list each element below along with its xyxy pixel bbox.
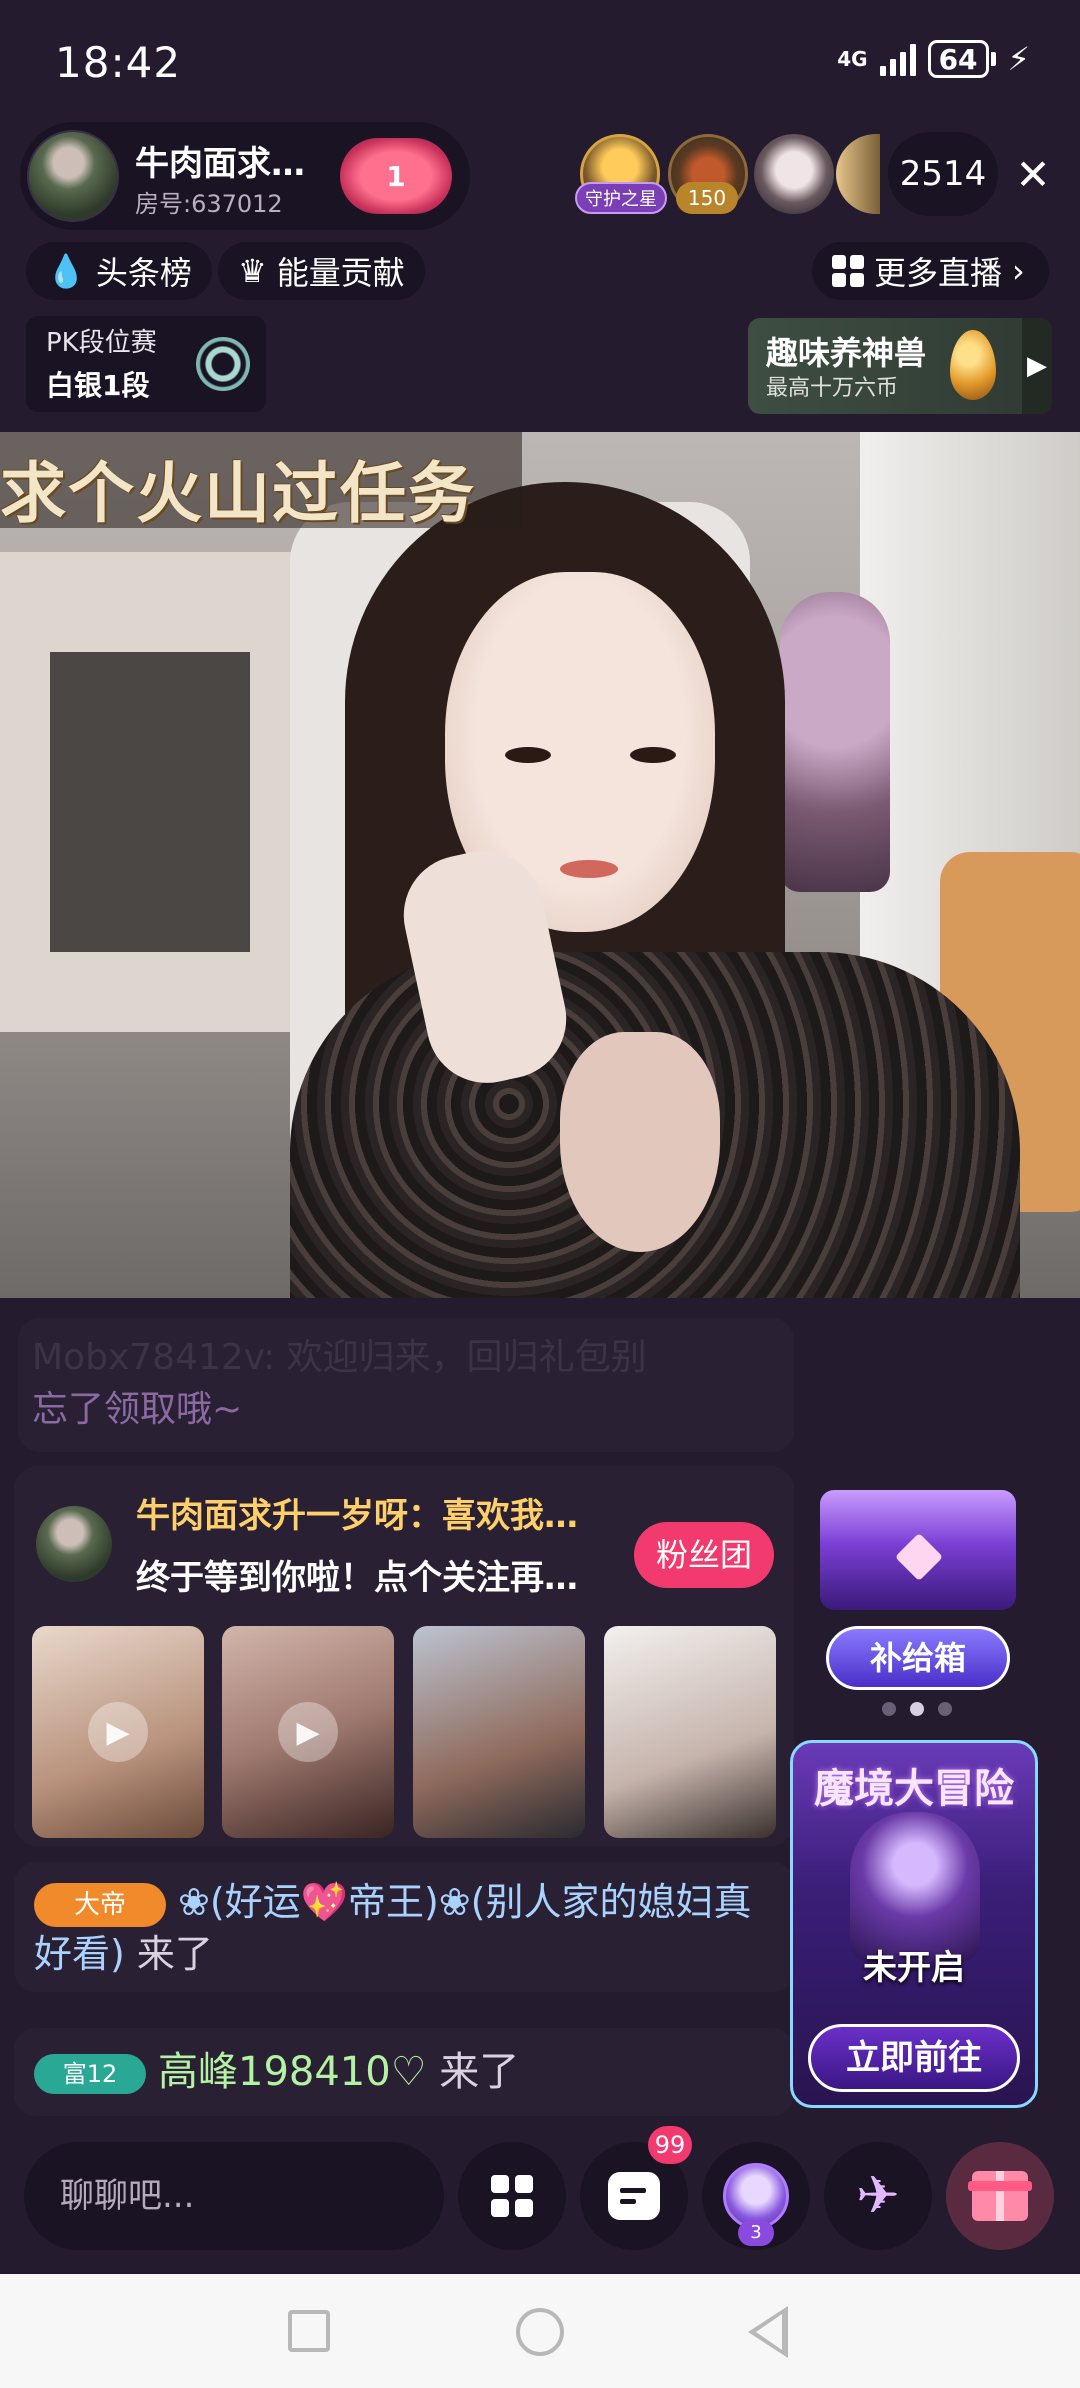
recents-icon[interactable] xyxy=(288,2310,330,2352)
game-promo-subtitle: 最高十万六币 xyxy=(766,376,899,401)
supply-box-button[interactable]: 补给箱 xyxy=(826,1626,1010,1690)
expand-arrow-icon[interactable]: ▶ xyxy=(1022,318,1052,414)
video-background xyxy=(50,652,250,952)
battery-icon: 64 xyxy=(927,40,989,78)
unread-badge: 99 xyxy=(648,2126,692,2164)
energy-contribution-button[interactable]: ♛ 能量贡献 xyxy=(218,242,425,300)
wealth-badge: 富12 xyxy=(34,2054,146,2094)
headline-label: 头条榜 xyxy=(95,254,192,292)
room-id: 房号:637012 xyxy=(135,190,283,218)
video-thumbnail[interactable]: ▶ xyxy=(222,1626,394,1838)
grid-icon xyxy=(832,255,864,287)
video-thumbnail[interactable]: ▶ xyxy=(32,1626,204,1838)
viewer-count[interactable]: 2514 xyxy=(888,132,998,216)
follow-heart-button[interactable]: 1 xyxy=(340,138,452,214)
more-live-label: 更多直播 xyxy=(874,254,1003,292)
play-icon: ▶ xyxy=(278,1702,338,1762)
paper-crane-icon: ✈ xyxy=(856,2166,900,2226)
close-icon[interactable]: ✕ xyxy=(1010,150,1056,199)
streamer-figure xyxy=(505,747,551,763)
streamer-figure xyxy=(630,747,676,763)
pk-rank: 白银1段 xyxy=(46,369,150,402)
flame-icon: 💧 xyxy=(46,252,86,290)
anchor-message-text: 终于等到你啦！点个关注再… xyxy=(136,1558,578,1598)
gift-button[interactable] xyxy=(946,2142,1054,2250)
video-background xyxy=(780,592,890,892)
stream-banner: 求个火山过任务 xyxy=(0,455,476,532)
more-apps-button[interactable] xyxy=(458,2142,566,2250)
entry-message-text: 富12 高峰198410♡ 来了 xyxy=(34,2044,519,2100)
game-promo-title: 趣味养神兽 xyxy=(766,334,927,372)
streamer-name: 牛肉面求… xyxy=(135,144,305,184)
network-type: 4G xyxy=(837,47,868,71)
battery-tip xyxy=(990,52,996,66)
status-indicators: 4G 64 ⚡ xyxy=(837,40,1030,78)
live-video[interactable] xyxy=(0,432,1080,1298)
viewer-rank-tag: 150 xyxy=(676,182,738,214)
message-icon xyxy=(608,2172,660,2220)
streamer-avatar[interactable] xyxy=(27,130,119,222)
guardian-star-tag: 守护之星 xyxy=(575,182,667,214)
charging-icon: ⚡ xyxy=(1007,40,1030,78)
more-live-button[interactable]: 更多直播 › xyxy=(812,242,1049,300)
entry-nickname[interactable]: 高峰198410♡ xyxy=(158,2049,427,2095)
emperor-badge: 大帝 xyxy=(34,1882,166,1927)
entry-message-text: 大帝 ❀(好运💖帝王)❀(别人家的媳妇真好看) 来了 xyxy=(34,1876,784,1980)
status-time: 18:42 xyxy=(55,38,182,87)
headline-rank-button[interactable]: 💧 头条榜 xyxy=(26,242,212,300)
viewer-avatar[interactable] xyxy=(754,134,834,214)
system-message-text: Mobx78412v: 欢迎归来，回归礼包别忘了领取哦~ xyxy=(32,1332,752,1436)
viewer-avatar[interactable] xyxy=(836,134,880,214)
home-icon[interactable] xyxy=(516,2308,564,2356)
chevron-right-icon: › xyxy=(1012,252,1025,290)
heart-count: 1 xyxy=(386,159,406,193)
video-thumbnail[interactable] xyxy=(413,1626,585,1838)
streamer-figure xyxy=(560,860,618,878)
adventure-go-button[interactable]: 立即前往 xyxy=(808,2024,1020,2092)
streamer-figure xyxy=(560,1032,720,1252)
anchor-message-title: 牛肉面求升一岁呀：喜欢我… xyxy=(136,1496,578,1536)
adventure-status: 未开启 xyxy=(863,1948,965,1988)
adventure-title: 魔境大冒险 xyxy=(814,1766,1014,1812)
grid-icon xyxy=(491,2175,533,2217)
entry-action: 来了 xyxy=(124,1932,213,1976)
system-user: Mobx78412v: xyxy=(32,1337,287,1378)
anchor-avatar[interactable] xyxy=(36,1506,112,1582)
chat-input[interactable]: 聊聊吧... xyxy=(24,2142,444,2250)
carousel-dots xyxy=(882,1702,952,1716)
video-thumbnail[interactable] xyxy=(604,1626,776,1838)
signal-icon xyxy=(879,42,916,76)
system-text: 欢迎归来，回归礼包别 xyxy=(286,1337,647,1378)
back-icon[interactable] xyxy=(748,2306,788,2358)
entry-action: 来了 xyxy=(426,2049,520,2095)
user-level-badge: 3 xyxy=(738,2220,774,2246)
play-icon: ▶ xyxy=(88,1702,148,1762)
fan-club-button[interactable]: 粉丝团 xyxy=(634,1522,774,1588)
crown-icon: ♛ xyxy=(238,252,267,290)
pk-title: PK段位赛 xyxy=(46,328,157,358)
paper-crane-button[interactable]: ✈ xyxy=(824,2142,932,2250)
pk-badge-icon xyxy=(196,337,250,391)
gift-icon xyxy=(968,2171,1032,2221)
system-text: 忘了领取哦~ xyxy=(32,1389,243,1430)
energy-label: 能量贡献 xyxy=(276,254,405,292)
